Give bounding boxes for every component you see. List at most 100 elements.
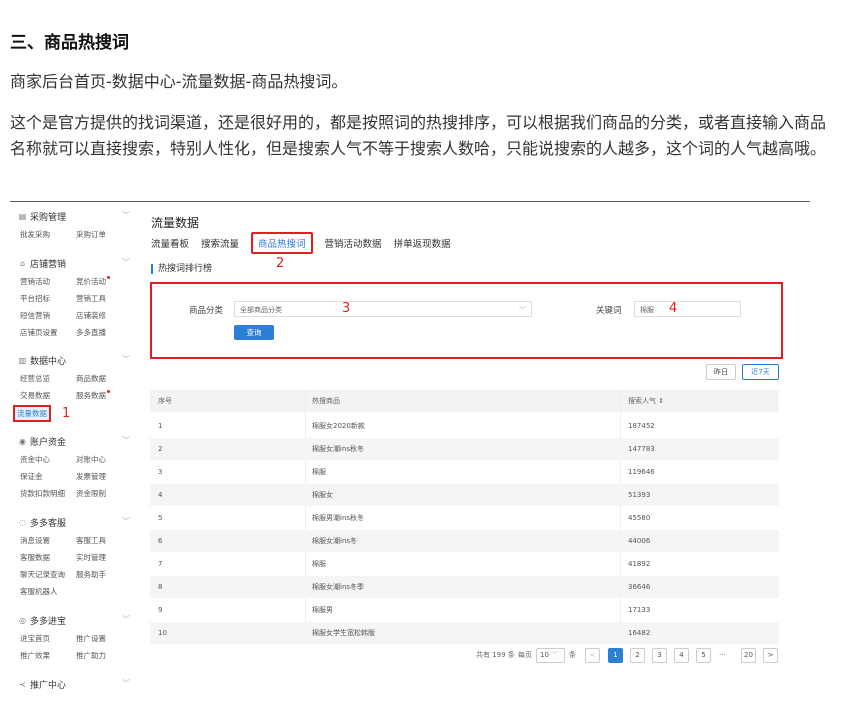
next-page-button[interactable]: > bbox=[763, 648, 778, 663]
sidebar-item[interactable]: 服务数据 bbox=[76, 390, 110, 401]
page-button-3[interactable]: 3 bbox=[652, 648, 667, 663]
ranking-heading: 热搜词排行榜 bbox=[151, 264, 212, 274]
sidebar-section-title[interactable]: ◎ 多多进宝 bbox=[18, 614, 66, 627]
sidebar-item[interactable]: 发票管理 bbox=[76, 471, 106, 482]
last-7-days-button[interactable]: 近7天 bbox=[742, 364, 779, 380]
sidebar-item[interactable]: 进宝首页 bbox=[20, 633, 50, 644]
chevron-down-icon[interactable]: ﹀ bbox=[122, 257, 130, 268]
screenshot-panel: ▤ 采购管理 ﹀ 批发采购 采购订单 ⌂ 店铺营销 ﹀ 营销活动 竞价活动 平台招标… bbox=[10, 202, 810, 690]
sidebar-item-label: 服务数据 bbox=[76, 391, 106, 400]
tab-bar: 流量看板 搜索流量 商品热搜词 营销活动数据 拼单返现数据 bbox=[151, 232, 451, 254]
tab-traffic-dashboard[interactable]: 流量看板 bbox=[151, 236, 189, 254]
category-select[interactable]: 全部商品分类 ﹀ bbox=[234, 301, 532, 317]
new-dot-icon bbox=[107, 390, 110, 393]
sidebar-item-purchase-orders[interactable]: 采购订单 bbox=[76, 229, 106, 240]
chevron-down-icon[interactable]: ﹀ bbox=[122, 614, 130, 625]
cell-popularity: 119646 bbox=[628, 468, 655, 476]
sidebar-item[interactable]: 服务助手 bbox=[76, 569, 106, 580]
chevron-down-icon[interactable]: ﹀ bbox=[122, 678, 130, 689]
page-button-4[interactable]: 4 bbox=[674, 648, 689, 663]
table-row: 7 棉服 41892 bbox=[150, 553, 779, 575]
table-row: 4 棉服女 51393 bbox=[150, 484, 779, 506]
prev-page-button[interactable]: < bbox=[585, 648, 600, 663]
sidebar-section-title[interactable]: ▤ 采购管理 bbox=[18, 210, 66, 223]
annotation-marker-2: 2 bbox=[276, 256, 285, 271]
sidebar-section-label: 店铺营销 bbox=[30, 260, 67, 270]
annotation-marker-4: 4 bbox=[669, 301, 678, 316]
sidebar-item[interactable]: 资金中心 bbox=[20, 454, 50, 465]
query-button[interactable]: 查询 bbox=[234, 325, 274, 340]
sidebar-item[interactable]: 客服机器人 bbox=[20, 586, 58, 597]
chat-icon: ◌ bbox=[19, 518, 26, 527]
sidebar-section-label: 采购管理 bbox=[30, 213, 67, 223]
keyword-input[interactable]: 棉服 bbox=[634, 301, 741, 317]
yesterday-button[interactable]: 昨日 bbox=[706, 364, 736, 380]
sidebar-item[interactable]: 消息设置 bbox=[20, 535, 50, 546]
sidebar-section-title[interactable]: ▥ 数据中心 bbox=[18, 354, 66, 367]
sidebar-item[interactable]: 聊天记录查询 bbox=[20, 569, 65, 580]
sort-icon[interactable]: ⇕ bbox=[658, 397, 664, 405]
sidebar-item[interactable]: 店铺页设置 bbox=[20, 327, 58, 338]
table-row: 2 棉服女潮ins秋冬 147783 bbox=[150, 438, 779, 460]
chart-icon: ▥ bbox=[18, 356, 27, 365]
keyword-label: 关键词 bbox=[596, 306, 622, 316]
tab-marketing-data[interactable]: 营销活动数据 bbox=[325, 236, 382, 254]
page-button-2[interactable]: 2 bbox=[630, 648, 645, 663]
column-header-popularity[interactable]: 搜索人气 ⇕ bbox=[628, 390, 664, 412]
new-dot-icon bbox=[107, 276, 110, 279]
sidebar-item[interactable]: 推广效果 bbox=[20, 650, 50, 661]
sidebar-item[interactable]: 货款扣款明细 bbox=[20, 488, 65, 499]
cell-rank: 8 bbox=[158, 583, 163, 591]
sidebar-item[interactable]: 多多直播 bbox=[76, 327, 106, 338]
chevron-down-icon[interactable]: ﹀ bbox=[122, 210, 130, 221]
sidebar-item[interactable]: 营销工具 bbox=[76, 293, 106, 304]
sidebar-item[interactable]: 客服数据 bbox=[20, 552, 50, 563]
sidebar-item[interactable]: 平台招标 bbox=[20, 293, 50, 304]
sidebar-item[interactable]: 竞价活动 bbox=[76, 276, 110, 287]
sidebar-item[interactable]: 店铺装修 bbox=[76, 310, 106, 321]
cell-product: 棉服女学生宽松韩版 bbox=[312, 629, 375, 637]
sidebar-item-label: 竞价活动 bbox=[76, 277, 106, 286]
sidebar-section-title[interactable]: ≺ 推广中心 bbox=[18, 678, 66, 690]
page-button-20[interactable]: 20 bbox=[741, 648, 756, 663]
page-button-5[interactable]: 5 bbox=[696, 648, 711, 663]
tab-cashback-data[interactable]: 拼单返现数据 bbox=[394, 236, 451, 254]
page-title: 流量数据 bbox=[151, 216, 200, 230]
keyword-input-value: 棉服 bbox=[640, 306, 654, 314]
sidebar-section-title[interactable]: ⌂ 店铺营销 bbox=[18, 257, 66, 270]
chevron-down-icon[interactable]: ﹀ bbox=[122, 516, 130, 527]
sidebar-section-label: 数据中心 bbox=[30, 357, 67, 367]
sidebar-item[interactable]: 经营总览 bbox=[20, 373, 50, 384]
sidebar-section-label: 账户资金 bbox=[30, 438, 67, 448]
sidebar-section-title[interactable]: ◌ 多多客服 bbox=[18, 516, 66, 529]
sidebar-item[interactable]: 短信营销 bbox=[20, 310, 50, 321]
chevron-down-icon[interactable]: ﹀ bbox=[122, 354, 130, 365]
page-button-1[interactable]: 1 bbox=[608, 648, 623, 663]
per-page-value: 10 bbox=[540, 651, 549, 659]
coin-icon: ◎ bbox=[19, 616, 26, 625]
sidebar-item[interactable]: 实时管理 bbox=[76, 552, 106, 563]
cell-product: 棉服女潮ins冬季 bbox=[312, 583, 365, 591]
sidebar-item[interactable]: 保证金 bbox=[20, 471, 43, 482]
cell-rank: 1 bbox=[158, 422, 163, 430]
sidebar-item-traffic-data[interactable]: 流量数据 bbox=[13, 405, 51, 422]
sidebar-section-title[interactable]: ◉ 账户资金 bbox=[18, 435, 66, 448]
sidebar-item[interactable]: 推广助力 bbox=[76, 650, 106, 661]
sidebar-item[interactable]: 推广设置 bbox=[76, 633, 106, 644]
tab-hot-search-words[interactable]: 商品热搜词 bbox=[251, 232, 313, 254]
sidebar-item[interactable]: 营销活动 bbox=[20, 276, 50, 287]
sidebar-item[interactable]: 资金限制 bbox=[76, 488, 106, 499]
cell-rank: 5 bbox=[158, 514, 163, 522]
cell-popularity: 17133 bbox=[628, 606, 651, 614]
clipboard-icon: ▤ bbox=[18, 212, 27, 221]
per-page-select[interactable]: 10 ﹀ bbox=[536, 648, 565, 663]
sidebar-item-wholesale[interactable]: 批发采购 bbox=[20, 229, 50, 240]
sidebar-item[interactable]: 交易数据 bbox=[20, 390, 50, 401]
table-header-row: 序号 热搜商品 搜索人气 ⇕ bbox=[150, 390, 779, 412]
table-row: 6 棉服女潮ins冬 44006 bbox=[150, 530, 779, 552]
chevron-down-icon[interactable]: ﹀ bbox=[122, 435, 130, 446]
tab-search-traffic[interactable]: 搜索流量 bbox=[201, 236, 239, 254]
sidebar-item[interactable]: 商品数据 bbox=[76, 373, 106, 384]
sidebar-item[interactable]: 对账中心 bbox=[76, 454, 106, 465]
sidebar-item[interactable]: 客服工具 bbox=[76, 535, 106, 546]
